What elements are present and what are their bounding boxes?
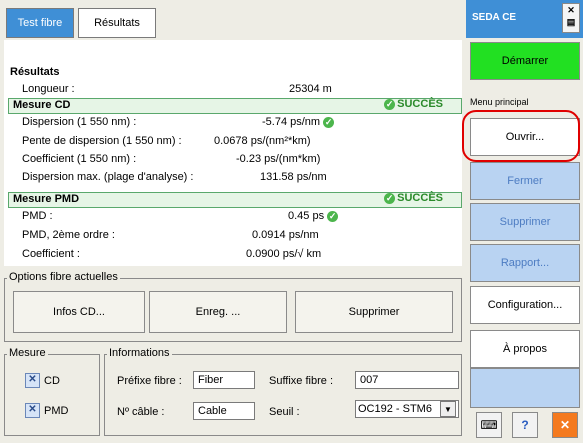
enreg-button[interactable]: Enreg. ... xyxy=(149,291,287,333)
cd-status-text: SUCCÈS xyxy=(397,98,443,110)
success-icon: ✓ xyxy=(384,98,396,110)
cd-dispersion-text: -5.74 ps/nm xyxy=(262,116,321,128)
cd-checkbox[interactable]: ✕ xyxy=(25,373,40,388)
cable-input[interactable] xyxy=(193,402,255,420)
pmd-row-pmd: PMD : 0.45 ps ✓ xyxy=(4,209,462,224)
pmd-value-text: 0.45 ps xyxy=(288,210,325,222)
cd-checkbox-label: CD xyxy=(44,374,60,387)
menu-principal-label: Menu principal xyxy=(470,97,529,107)
cd-row-coefficient: Coefficient (1 550 nm) : -0.23 ps/(nm*km… xyxy=(4,152,462,167)
right-panel-header: SEDA CE ✕ ▤ xyxy=(466,0,583,38)
exit-icon[interactable]: ✕ xyxy=(552,412,578,438)
cd-pente-label: Pente de dispersion (1 550 nm) : xyxy=(22,135,182,147)
options-legend: Options fibre actuelles xyxy=(7,271,120,283)
informations-group: Informations Préfixe fibre : Suffixe fib… xyxy=(104,347,462,436)
cd-row-dispersion: Dispersion (1 550 nm) : -5.74 ps/nm ✓ xyxy=(4,115,462,130)
keyboard-icon[interactable]: ⌨ xyxy=(476,412,502,438)
prefixe-input[interactable] xyxy=(193,371,255,389)
mesure-legend: Mesure xyxy=(7,347,48,359)
cd-dispmax-value: 131.58 ps/nm xyxy=(260,171,327,183)
a-propos-button[interactable]: À propos xyxy=(470,330,580,368)
pmd-section-header: Mesure PMD ✓ SUCCÈS xyxy=(8,192,462,208)
fermer-button[interactable]: Fermer xyxy=(470,162,580,200)
infos-cd-button[interactable]: Infos CD... xyxy=(13,291,145,333)
suffixe-label: Suffixe fibre : xyxy=(269,375,333,387)
options-group: Options fibre actuelles Infos CD... Enre… xyxy=(4,271,462,342)
rapport-button[interactable]: Rapport... xyxy=(470,244,580,282)
cd-row-dispmax: Dispersion max. (plage d'analyse) : 131.… xyxy=(4,170,462,185)
pmd-2nd-value: 0.0914 ps/nm xyxy=(252,229,319,241)
cd-pente-value: 0.0678 ps/(nm²*km) xyxy=(214,135,311,147)
cd-header-label: Mesure CD xyxy=(13,99,71,111)
configuration-button[interactable]: Configuration... xyxy=(470,286,580,324)
cd-dispersion-value: -5.74 ps/nm ✓ xyxy=(262,116,335,128)
supprimer-fibre-button[interactable]: Supprimer xyxy=(295,291,453,333)
highlight-ring xyxy=(462,110,580,162)
results-title-text: Résultats xyxy=(10,66,60,78)
supprimer-menu-button[interactable]: Supprimer xyxy=(470,203,580,241)
cd-status: ✓ SUCCÈS xyxy=(384,98,443,110)
cable-label: Nº câble : xyxy=(117,406,165,418)
informations-legend: Informations xyxy=(107,347,172,359)
pmd-status: ✓ SUCCÈS xyxy=(384,192,443,204)
longueur-value: 25304 m xyxy=(289,83,332,95)
pmd-checkbox-row[interactable]: ✕ PMD xyxy=(25,403,68,418)
mesure-group: Mesure ✕ CD ✕ PMD xyxy=(4,347,100,436)
cd-checkbox-row[interactable]: ✕ CD xyxy=(25,373,60,388)
tab-resultats[interactable]: Résultats xyxy=(78,8,156,38)
results-title: Résultats xyxy=(4,66,462,81)
cd-row-pente: Pente de dispersion (1 550 nm) : 0.0678 … xyxy=(4,134,462,149)
seuil-select-value: OC192 - STM6 xyxy=(358,403,432,415)
pmd-coefficient-label: Coefficient : xyxy=(22,248,80,260)
pmd-2nd-label: PMD, 2ème ordre : xyxy=(22,229,115,241)
right-panel-filler xyxy=(470,368,580,408)
cd-dispersion-label: Dispersion (1 550 nm) : xyxy=(22,116,137,128)
close-icon[interactable]: ✕ ▤ xyxy=(562,3,580,33)
seuil-label: Seuil : xyxy=(269,406,300,418)
tab-test-fibre[interactable]: Test fibre xyxy=(6,8,74,38)
cd-section-header: Mesure CD ✓ SUCCÈS xyxy=(8,98,462,114)
check-icon: ✓ xyxy=(327,211,339,222)
cd-coefficient-label: Coefficient (1 550 nm) : xyxy=(22,153,137,165)
check-icon: ✓ xyxy=(323,117,335,128)
help-icon[interactable]: ? xyxy=(512,412,538,438)
pmd-value: 0.45 ps ✓ xyxy=(288,210,339,222)
longueur-row: Longueur : 25304 m xyxy=(4,82,462,97)
longueur-label: Longueur : xyxy=(22,83,75,95)
pmd-coefficient-value: 0.0900 ps/√ km xyxy=(246,248,322,260)
prefixe-label: Préfixe fibre : xyxy=(117,375,182,387)
cd-dispmax-label: Dispersion max. (plage d'analyse) : xyxy=(22,171,194,183)
cd-coefficient-value: -0.23 ps/(nm*km) xyxy=(236,153,321,165)
app-title: SEDA CE xyxy=(472,12,517,23)
chevron-down-icon[interactable]: ▼ xyxy=(440,401,456,417)
success-icon: ✓ xyxy=(384,192,396,204)
pmd-checkbox[interactable]: ✕ xyxy=(25,403,40,418)
pmd-row-coefficient: Coefficient : 0.0900 ps/√ km xyxy=(4,247,462,262)
suffixe-input[interactable] xyxy=(355,371,459,389)
pmd-row-2nd: PMD, 2ème ordre : 0.0914 ps/nm xyxy=(4,228,462,243)
seuil-select[interactable]: OC192 - STM6 ▼ xyxy=(355,400,459,418)
pmd-checkbox-label: PMD xyxy=(44,404,69,417)
demarrer-button[interactable]: Démarrer xyxy=(470,42,580,80)
results-panel: Résultats Longueur : 25304 m Mesure CD ✓… xyxy=(4,40,462,266)
pmd-status-text: SUCCÈS xyxy=(397,192,443,204)
pmd-label: PMD : xyxy=(22,210,53,222)
pmd-header-label: Mesure PMD xyxy=(13,193,80,205)
